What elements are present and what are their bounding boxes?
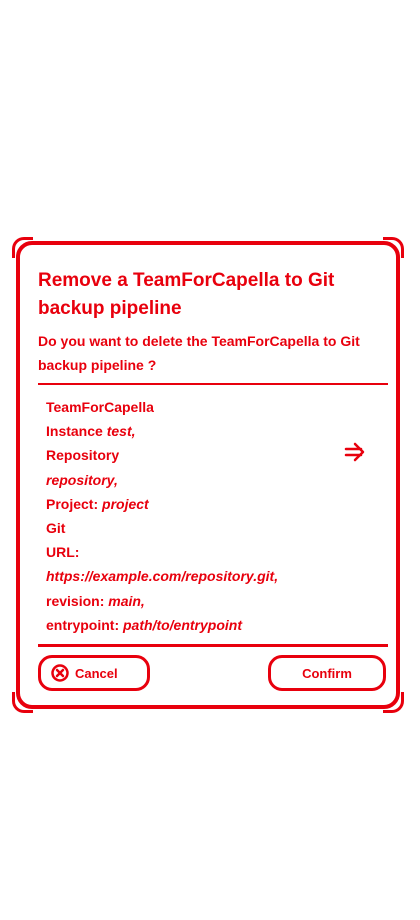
dialog-corner-bottom-right <box>383 692 404 713</box>
confirm-button-label: Confirm <box>302 665 352 681</box>
confirm-button[interactable]: Confirm <box>268 655 386 691</box>
entrypoint-value: path/to/entrypoint <box>123 616 242 633</box>
dialog-corner-bottom-left <box>12 692 33 713</box>
dialog-divider-top <box>38 383 388 385</box>
cancel-button[interactable]: Cancel <box>38 655 150 691</box>
url-value: https://example.com/repository.git, <box>46 568 279 585</box>
project-line: Project: project <box>46 492 346 516</box>
revision-label: revision: <box>46 592 105 609</box>
dialog-title: Remove a TeamForCapella to Git backup pi… <box>38 270 335 319</box>
instance-label: Instance <box>46 423 103 440</box>
dialog-corner-top-left <box>12 237 33 258</box>
pipeline-details: TeamForCapella Instance test, Repository… <box>46 395 346 637</box>
dialog-question: Do you want to delete the TeamForCapella… <box>38 333 360 373</box>
t4c-heading: TeamForCapella <box>46 399 154 415</box>
dialog-corner-top-right <box>383 237 404 258</box>
repository-label: Repository <box>46 447 120 464</box>
project-label: Project: <box>46 495 99 512</box>
revision-value: main, <box>108 592 145 609</box>
entrypoint-label: entrypoint: <box>46 616 120 633</box>
entrypoint-line: entrypoint: path/to/entrypoint <box>46 613 346 637</box>
instance-value: test, <box>106 423 136 440</box>
project-value: project <box>102 495 149 512</box>
instance-line: Instance test, <box>46 419 346 443</box>
delete-pipeline-dialog: Remove a TeamForCapella to Git backup pi… <box>12 237 404 713</box>
arrow-right-icon <box>344 442 365 462</box>
dialog-divider-bottom <box>38 644 388 647</box>
cancel-icon <box>51 664 69 682</box>
revision-line: revision: main, <box>46 589 346 613</box>
repository-value: repository, <box>46 471 118 488</box>
cancel-button-label: Cancel <box>75 665 118 681</box>
url-label: URL: <box>46 544 80 561</box>
git-heading: Git <box>46 520 66 537</box>
